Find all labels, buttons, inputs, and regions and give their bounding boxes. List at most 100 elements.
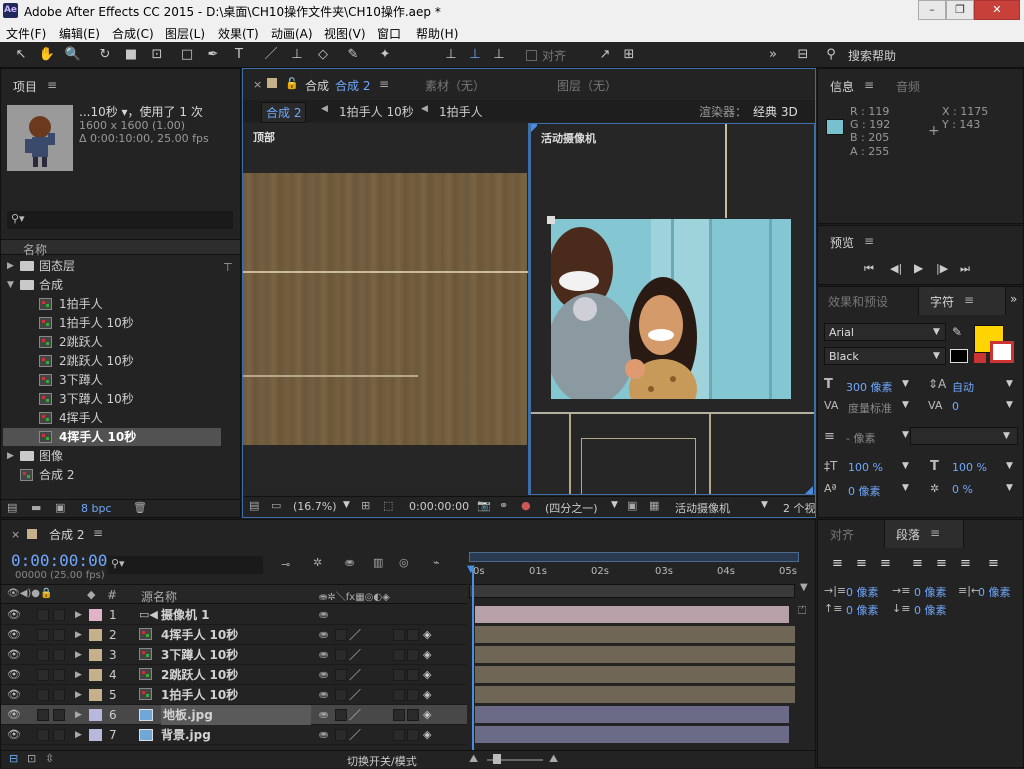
close-tab-icon[interactable]: × <box>253 78 262 91</box>
trash-icon[interactable]: 🗑 <box>133 501 147 514</box>
layer-search-input[interactable]: ⚲▾ <box>107 556 263 574</box>
eraser-tool-icon[interactable]: ◇ <box>314 46 332 64</box>
layer-duration-bar[interactable] <box>475 626 795 643</box>
switch-box[interactable] <box>335 729 347 741</box>
safe-zones-icon[interactable]: ⊞ <box>361 499 370 512</box>
menu-file[interactable]: 文件(F) <box>6 25 46 42</box>
panel-menu-icon[interactable]: ≡ <box>864 78 874 92</box>
list-item[interactable]: 2跳跃人 10秒 <box>3 352 221 370</box>
solo-toggle[interactable] <box>37 689 49 701</box>
horizontal-scale-value[interactable]: 100 % <box>952 461 987 474</box>
stroke-color-swatch[interactable] <box>990 341 1014 363</box>
indent-right-value[interactable]: 0 像素 <box>978 584 1011 600</box>
zoom-tool-icon[interactable]: 🔍 <box>64 46 82 64</box>
3d-layer-icon[interactable]: ◈ <box>423 705 431 725</box>
switch-box[interactable] <box>335 669 347 681</box>
expand-toolbar-icon[interactable]: » <box>764 46 782 64</box>
lock-toggle[interactable] <box>53 629 65 641</box>
info-tab[interactable]: 信息 <box>830 78 854 95</box>
layer-duration-bar[interactable] <box>475 666 795 683</box>
tab-composition-prefix[interactable]: 合成 <box>305 77 329 94</box>
motion-blur-icon[interactable]: ◎ <box>399 556 409 569</box>
solo-toggle[interactable] <box>37 709 49 721</box>
workspace-icon[interactable]: ⊟ <box>794 46 812 64</box>
expand-panel-icon[interactable]: » <box>1010 292 1017 306</box>
zoom-in-icon[interactable]: ⛰ <box>549 752 558 766</box>
mask-visibility-icon[interactable]: ⬚ <box>383 499 393 512</box>
previous-frame-icon[interactable]: ◀| <box>890 262 902 275</box>
breadcrumb-item[interactable]: 1拍手人 10秒 <box>339 103 414 120</box>
comp-mini-flowchart-icon[interactable]: ⊸ <box>281 558 290 571</box>
list-item[interactable]: 3下蹲人 10秒 <box>3 390 221 408</box>
restore-button[interactable]: ❐ <box>946 0 974 20</box>
align-right-icon[interactable]: ≡ <box>880 556 891 571</box>
quality-switch-icon[interactable]: ／ <box>349 685 361 705</box>
expand-layer-icon[interactable]: ▶ <box>75 665 82 685</box>
new-folder-icon[interactable]: ▬ <box>31 501 41 514</box>
layer-name[interactable]: 4挥手人 10秒 <box>161 625 238 645</box>
timeline-tab[interactable]: 合成 2 <box>49 526 84 543</box>
layer-name[interactable]: 1拍手人 10秒 <box>161 685 238 705</box>
expand-layer-icon[interactable]: ▶ <box>75 605 82 625</box>
roto-brush-tool-icon[interactable]: ✎ <box>344 46 362 64</box>
table-row[interactable]: 👁 ▶ 7 背景.jpg ⛂ ／ ◈ <box>1 725 467 745</box>
selection-tool-icon[interactable]: ↖ <box>12 46 30 64</box>
space-after-value[interactable]: 0 像素 <box>914 602 947 618</box>
zoom-slider-thumb[interactable] <box>493 754 501 764</box>
quality-switch-icon[interactable]: ／ <box>349 705 361 725</box>
table-row[interactable]: 👁 ▶ 4 2跳跃人 10秒 ⛂ ／ ◈ <box>1 665 467 685</box>
list-item[interactable]: ▶ 固态层 <box>3 257 221 275</box>
switch-box[interactable] <box>393 689 405 701</box>
current-time[interactable]: 0:00:00:00 <box>11 551 107 570</box>
menu-edit[interactable]: 编辑(E) <box>59 25 100 42</box>
always-preview-icon[interactable]: ▤ <box>249 499 259 512</box>
layer-label-color[interactable] <box>89 609 102 621</box>
list-item[interactable]: 2跳跃人 <box>3 333 221 351</box>
snapshot-icon[interactable]: 📷 <box>477 499 491 512</box>
audio-tab[interactable]: 音频 <box>896 78 920 95</box>
hand-tool-icon[interactable]: ✋ <box>38 46 56 64</box>
last-frame-icon[interactable]: ⏭ <box>960 262 970 276</box>
views-dropdown[interactable]: 2 个视 <box>783 500 815 516</box>
solo-toggle[interactable] <box>37 729 49 741</box>
type-tool-icon[interactable]: T <box>230 46 248 64</box>
switch-box[interactable] <box>335 629 347 641</box>
lock-toggle[interactable] <box>53 669 65 681</box>
switch-box[interactable] <box>407 709 419 721</box>
camera-tool-icon[interactable]: ■ <box>122 46 140 64</box>
switch-box[interactable] <box>407 729 419 741</box>
comp-button-icon[interactable]: ⏍ <box>798 604 806 618</box>
solo-toggle[interactable] <box>37 669 49 681</box>
clone-stamp-tool-icon[interactable]: ⊥ <box>288 46 306 64</box>
snap-feature-icon[interactable]: ⊞ <box>620 46 638 64</box>
tab-composition[interactable]: 合成 2 <box>335 77 370 94</box>
panel-menu-icon[interactable]: ≡ <box>93 526 103 540</box>
list-item[interactable]: 3下蹲人 <box>3 371 221 389</box>
layer-name[interactable]: 3下蹲人 10秒 <box>161 645 238 665</box>
snap-edge-icon[interactable]: ↗ <box>596 46 614 64</box>
shy-layers-icon[interactable]: ⛂ <box>345 556 354 569</box>
switch-box[interactable] <box>393 649 405 661</box>
align-left-icon[interactable]: ≡ <box>832 556 843 571</box>
active-camera-view[interactable]: 活动摄像机 <box>530 123 815 495</box>
shy-switch-icon[interactable]: ⛂ <box>319 645 328 665</box>
search-help-input[interactable]: 搜索帮助 <box>848 47 896 64</box>
work-area-bar[interactable] <box>469 552 799 562</box>
minimize-button[interactable]: – <box>918 0 946 20</box>
space-before-value[interactable]: 0 像素 <box>846 602 879 618</box>
quality-switch-icon[interactable]: ／ <box>349 725 361 745</box>
top-view[interactable]: 顶部 <box>243 123 528 495</box>
switch-box[interactable] <box>335 689 347 701</box>
menu-animation[interactable]: 动画(A) <box>271 25 313 42</box>
rotation-tool-icon[interactable]: ↻ <box>96 46 114 64</box>
interpret-footage-icon[interactable]: ▤ <box>7 501 17 514</box>
table-row[interactable]: 👁 ▶ 5 1拍手人 10秒 ⛂ ／ ◈ <box>1 685 467 705</box>
list-item[interactable]: ▶ 图像 <box>3 447 221 465</box>
layer-handle[interactable] <box>547 216 555 224</box>
lock-toggle[interactable] <box>53 609 65 621</box>
bpc-button[interactable]: 8 bpc <box>81 502 112 515</box>
table-row[interactable]: 👁 ▶ 1 ▭◀ 摄像机 1 ⛂ <box>1 605 467 625</box>
panel-menu-icon[interactable]: ≡ <box>964 293 974 307</box>
lock-toggle[interactable] <box>53 649 65 661</box>
breadcrumb-item[interactable]: 合成 2 <box>261 102 307 123</box>
